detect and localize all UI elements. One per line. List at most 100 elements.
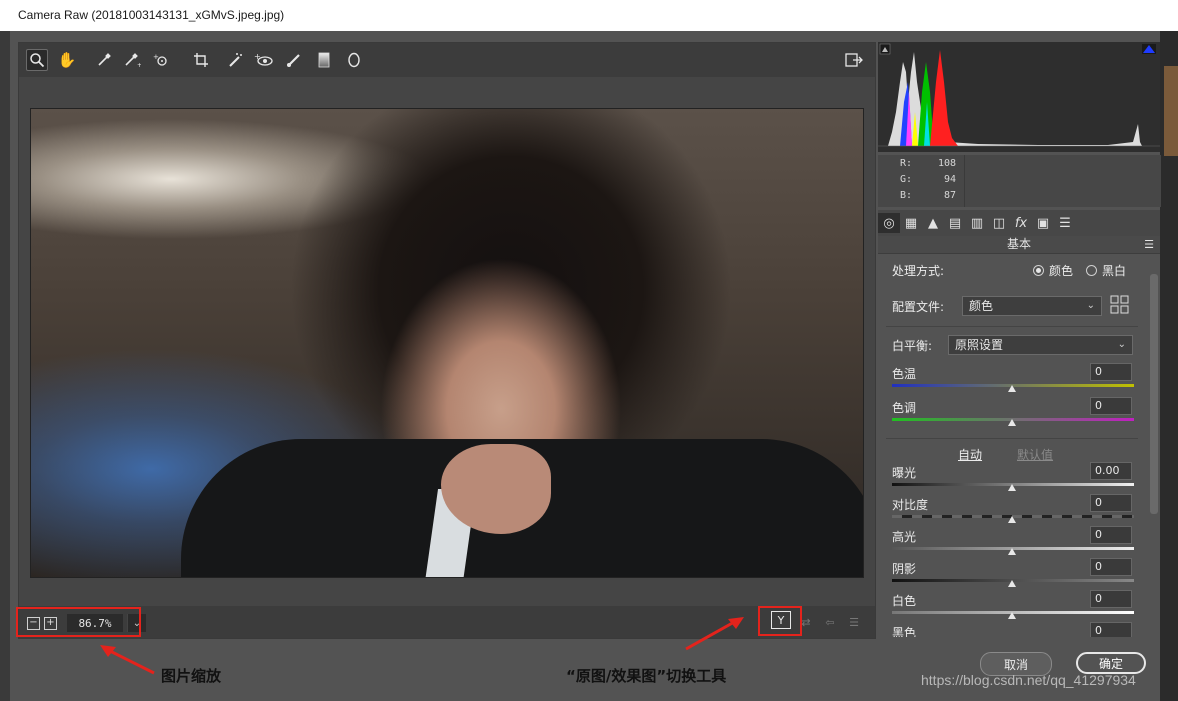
readout-blank <box>964 155 1161 207</box>
panel-tabs: ◎ ▦ ▲ ▤ ▥ ◫ fx ▣ ☰ <box>878 210 1160 236</box>
process-label: 处理方式: <box>892 264 945 278</box>
svg-text:+: + <box>153 53 159 61</box>
right-panel: R: 108 G: 94 B: 87 ◎ ▦ ▲ ▤ ▥ ◫ fx ▣ ☰ 基本 ☰ … <box>878 42 1161 637</box>
histogram <box>878 42 1160 152</box>
red-eye-tool-icon[interactable]: + <box>253 49 275 71</box>
whites-input[interactable]: 0 <box>1090 590 1132 608</box>
process-bw-label: 黑白 <box>1102 264 1127 278</box>
compare-annotation-arrow-icon <box>685 617 744 651</box>
targeted-adjustment-tool-icon[interactable]: + <box>150 49 172 71</box>
exposure-label: 曝光 <box>892 466 917 480</box>
zoom-annotation: 图片缩放 <box>161 667 222 685</box>
wb-label: 白平衡: <box>892 339 933 353</box>
tab-effects-fx-icon[interactable]: fx <box>1010 213 1032 233</box>
camera-raw-dialog: ✋ + + + − + 86.7% ⌄ Y ⇄ ⇦ ☰ R: 108 G: 94… <box>10 31 1161 701</box>
tint-input[interactable]: 0 <box>1090 397 1132 415</box>
copy-settings-icon[interactable]: ⇦ <box>821 613 839 631</box>
rgb-readout: R: 108 G: 94 B: 87 <box>878 155 964 207</box>
chevron-down-icon: ⌄ <box>1086 300 1095 311</box>
tint-slider-thumb[interactable] <box>1008 419 1016 426</box>
white-balance-dropdown[interactable]: 原照设置 ⌄ <box>948 335 1133 355</box>
process-color-radio[interactable] <box>1033 265 1044 276</box>
profile-value: 颜色 <box>969 299 994 313</box>
b-value: 87 <box>943 189 956 201</box>
whites-label: 白色 <box>892 594 917 608</box>
contrast-slider-thumb[interactable] <box>1008 516 1016 523</box>
tint-label: 色调 <box>892 401 917 415</box>
tab-hsl-icon[interactable]: ▤ <box>944 213 966 233</box>
profile-label: 配置文件: <box>892 300 945 314</box>
window-title: Camera Raw (20181003143131_xGMvS.jpeg.jp… <box>18 8 285 22</box>
contrast-label: 对比度 <box>892 498 929 512</box>
tab-presets-sliders-icon[interactable]: ☰ <box>1054 213 1076 233</box>
tool-bar: ✋ + + + <box>19 43 875 77</box>
spot-removal-tool-icon[interactable] <box>225 49 247 71</box>
graduated-filter-tool-icon[interactable] <box>313 49 335 71</box>
compare-highlight-box <box>758 606 802 636</box>
viewer-status-bar: − + 86.7% ⌄ Y ⇄ ⇦ ☰ <box>19 606 875 638</box>
temp-input[interactable]: 0 <box>1090 363 1132 381</box>
r-label: R: <box>899 157 912 169</box>
divider <box>886 438 1138 439</box>
zoom-tool-icon[interactable] <box>26 49 48 71</box>
image-viewer: ✋ + + + − + 86.7% ⌄ Y ⇄ ⇦ ☰ <box>16 42 876 639</box>
highlights-label: 高光 <box>892 530 917 544</box>
temp-label: 色温 <box>892 367 917 381</box>
background-app-left <box>0 31 10 701</box>
tab-detail-mountain-icon[interactable]: ▲ <box>922 213 944 233</box>
cancel-label: 取消 <box>1003 657 1028 672</box>
tab-split-toning-icon[interactable]: ▥ <box>966 213 988 233</box>
tab-tone-curve-icon[interactable]: ▦ <box>900 213 922 233</box>
title-bar: Camera Raw (20181003143131_xGMvS.jpeg.jp… <box>0 0 1178 32</box>
basic-panel: 处理方式: 颜色 黑白 配置文件: 颜色 ⌄ 白平衡: 原照设置 ⌄ 色温 0 <box>878 254 1146 637</box>
chevron-down-icon: ⌄ <box>1117 339 1126 350</box>
background-thumbnail <box>1164 66 1178 156</box>
shadows-label: 阴影 <box>892 562 917 576</box>
compare-annotation: “原图/效果图”切换工具 <box>566 667 727 685</box>
ok-button[interactable]: 确定 <box>1076 652 1146 674</box>
svg-text:+: + <box>137 62 141 68</box>
tab-lens-corrections-icon[interactable]: ◫ <box>988 213 1010 233</box>
ok-label: 确定 <box>1098 656 1123 671</box>
blacks-label: 黑色 <box>892 626 917 637</box>
shadows-slider-thumb[interactable] <box>1008 580 1016 587</box>
panel-menu-icon[interactable]: ☰ <box>1144 236 1154 253</box>
wb-value: 原照设置 <box>955 338 1004 352</box>
tab-basic-aperture-icon[interactable]: ◎ <box>878 213 900 233</box>
profile-browser-grid-icon[interactable] <box>1110 295 1130 315</box>
watermark: https://blog.csdn.net/qq_41297934 <box>921 672 1136 688</box>
contrast-input[interactable]: 0 <box>1090 494 1132 512</box>
blacks-input[interactable]: 0 <box>1090 622 1132 637</box>
background-app-right <box>1160 31 1178 701</box>
svg-text:+: + <box>254 52 261 61</box>
adjustment-brush-tool-icon[interactable] <box>283 49 305 71</box>
shadows-input[interactable]: 0 <box>1090 558 1132 576</box>
g-label: G: <box>899 173 912 185</box>
panel-scrollbar[interactable] <box>1148 254 1160 637</box>
r-value: 108 <box>937 157 956 169</box>
image-preview[interactable] <box>30 108 864 578</box>
highlights-slider-thumb[interactable] <box>1008 548 1016 555</box>
exposure-slider-thumb[interactable] <box>1008 484 1016 491</box>
auto-link[interactable]: 自动 <box>958 446 982 463</box>
toggle-settings-icon[interactable]: ☰ <box>845 613 863 631</box>
open-preferences-icon[interactable] <box>843 49 865 71</box>
hand-tool-icon[interactable]: ✋ <box>56 49 78 71</box>
panel-scrollbar-thumb[interactable] <box>1150 274 1158 514</box>
white-balance-tool-icon[interactable] <box>93 49 115 71</box>
panel-title: 基本 <box>1006 237 1031 251</box>
process-color-label: 颜色 <box>1049 264 1074 278</box>
default-link[interactable]: 默认值 <box>1017 446 1053 463</box>
process-bw-radio[interactable] <box>1086 265 1097 276</box>
g-value: 94 <box>943 173 956 185</box>
tab-camera-calibration-icon[interactable]: ▣ <box>1032 213 1054 233</box>
highlights-input[interactable]: 0 <box>1090 526 1132 544</box>
color-sampler-tool-icon[interactable]: + <box>121 49 143 71</box>
temp-slider-thumb[interactable] <box>1008 385 1016 392</box>
radial-filter-tool-icon[interactable] <box>343 49 365 71</box>
whites-slider-thumb[interactable] <box>1008 612 1016 619</box>
crop-tool-icon[interactable] <box>190 49 212 71</box>
b-label: B: <box>899 189 912 201</box>
exposure-input[interactable]: 0.00 <box>1090 462 1132 480</box>
profile-dropdown[interactable]: 颜色 ⌄ <box>962 296 1102 316</box>
